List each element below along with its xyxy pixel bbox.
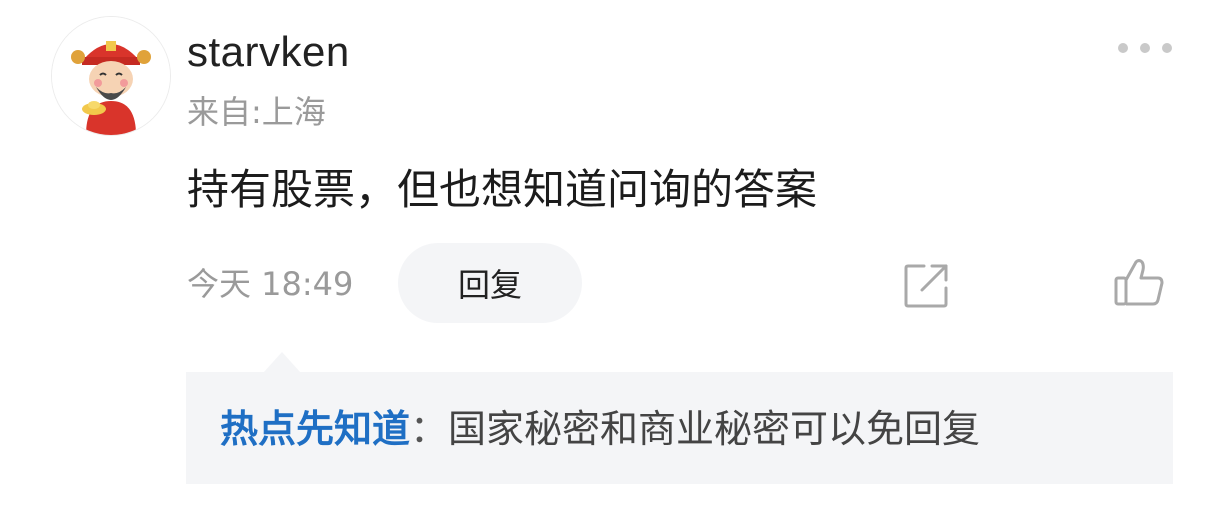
avatar-image [52,17,170,135]
comment-text: 持有股票，但也想知道问询的答案 [187,165,818,214]
more-dot [1118,43,1128,53]
answer-line: 热点先知道：国家秘密和商业秘密可以免回复 [220,402,980,456]
more-dot [1140,43,1150,53]
username[interactable]: starvken [187,24,350,80]
location-label: 来自:上海 [187,93,326,131]
share-icon[interactable] [900,260,952,312]
avatar[interactable] [51,16,171,136]
more-dot [1162,43,1172,53]
more-icon[interactable] [1118,36,1172,60]
reply-button[interactable]: 回复 [398,243,582,323]
answer-separator: ： [410,407,449,451]
timestamp: 今天 18:49 [187,265,354,303]
answer-pointer [264,352,300,372]
answer-text: 国家秘密和商业秘密可以免回复 [448,407,981,451]
like-icon[interactable] [1112,256,1166,310]
answer-source-link[interactable]: 热点先知道 [220,407,410,451]
